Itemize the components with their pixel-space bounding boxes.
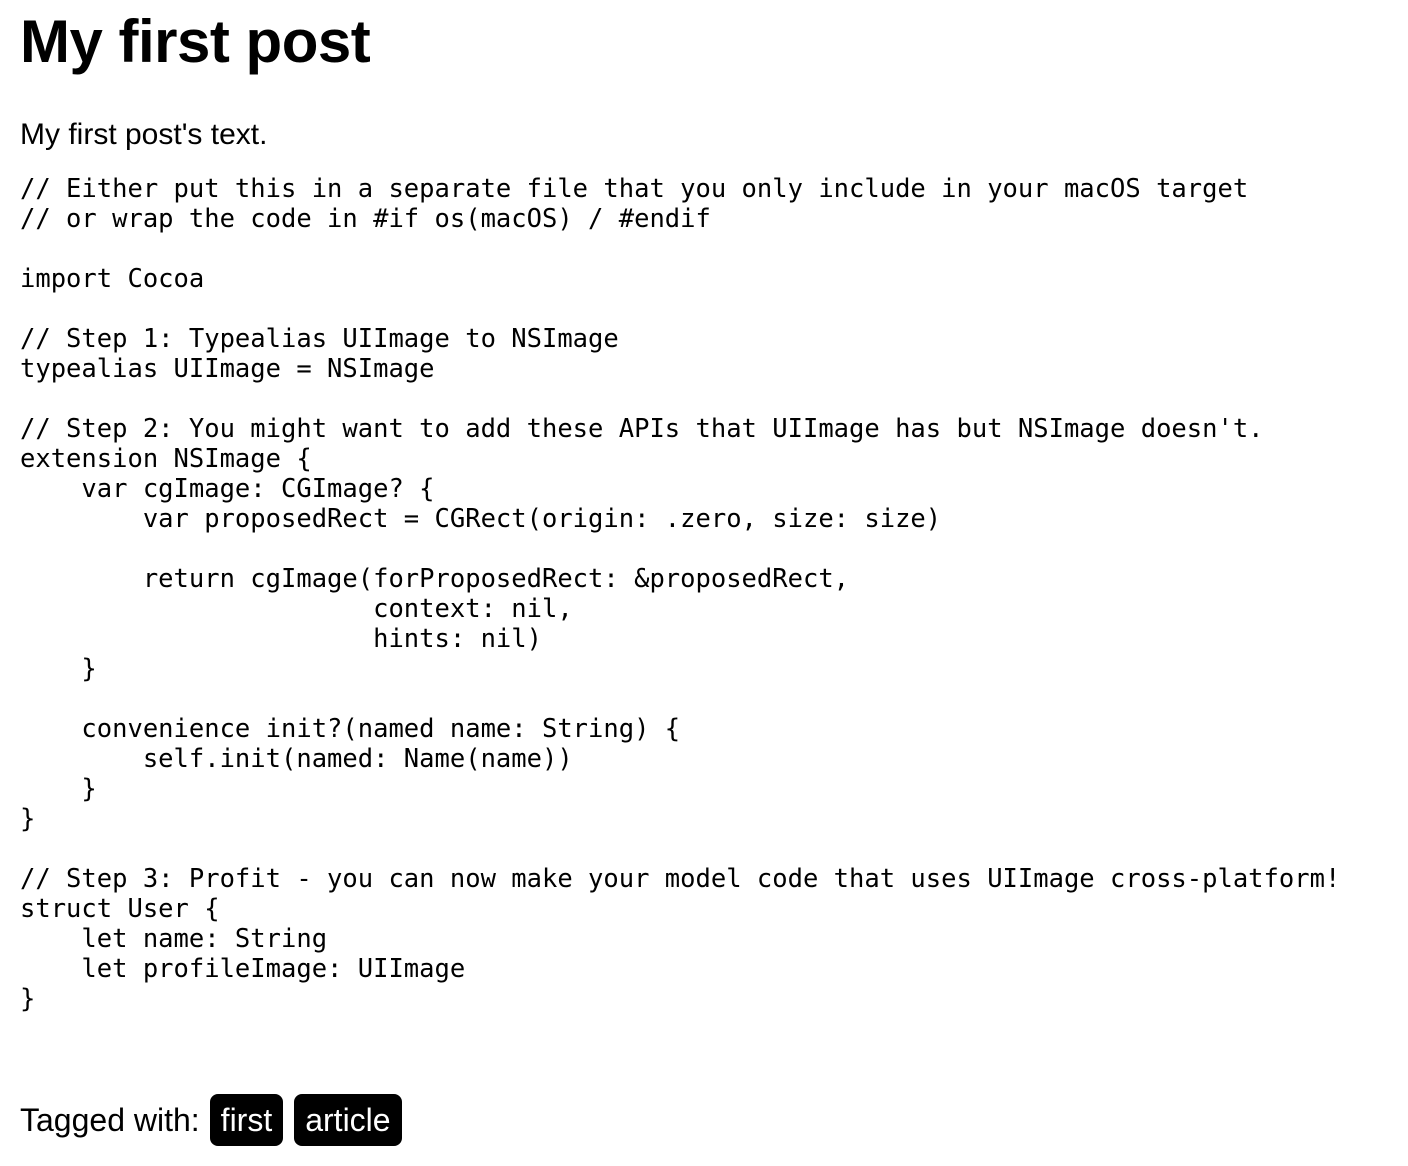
code-line: } — [20, 654, 97, 684]
tag-article[interactable]: article — [294, 1094, 402, 1146]
code-line: // Step 3: Profit - you can now make you… — [20, 864, 1341, 894]
post-title: My first post — [20, 8, 371, 75]
code-line: } — [20, 774, 97, 804]
post-text: My first post's text. — [20, 118, 268, 151]
code-line: hints: nil) — [20, 624, 542, 654]
code-line: return cgImage(forProposedRect: &propose… — [20, 564, 850, 594]
code-line: var proposedRect = CGRect(origin: .zero,… — [20, 504, 942, 534]
code-line: self.init(named: Name(name)) — [20, 744, 573, 774]
code-line: extension NSImage { — [20, 444, 312, 474]
tags-label: Tagged with: — [20, 1102, 200, 1138]
code-line: // Step 1: Typealias UIImage to NSImage — [20, 324, 619, 354]
code-line: // or wrap the code in #if os(macOS) / #… — [20, 204, 711, 234]
code-line: convenience init?(named name: String) { — [20, 714, 681, 744]
code-line: import Cocoa — [20, 264, 205, 294]
code-line: let profileImage: UIImage — [20, 954, 466, 984]
code-line: // Either put this in a separate file th… — [20, 174, 1249, 204]
code-line: } — [20, 984, 36, 1014]
code-line: typealias UIImage = NSImage — [20, 354, 435, 384]
post-page: My first post My first post's text. // E… — [0, 0, 1408, 1166]
code-line: context: nil, — [20, 594, 573, 624]
code-line: struct User { — [20, 894, 220, 924]
tags-row: Tagged with: first article — [20, 1094, 413, 1146]
code-line: var cgImage: CGImage? { — [20, 474, 435, 504]
tag-first[interactable]: first — [209, 1094, 284, 1146]
code-line: } — [20, 804, 36, 834]
code-line: // Step 2: You might want to add these A… — [20, 414, 1264, 444]
code-line: let name: String — [20, 924, 328, 954]
code-block: // Either put this in a separate file th… — [20, 174, 1340, 1014]
